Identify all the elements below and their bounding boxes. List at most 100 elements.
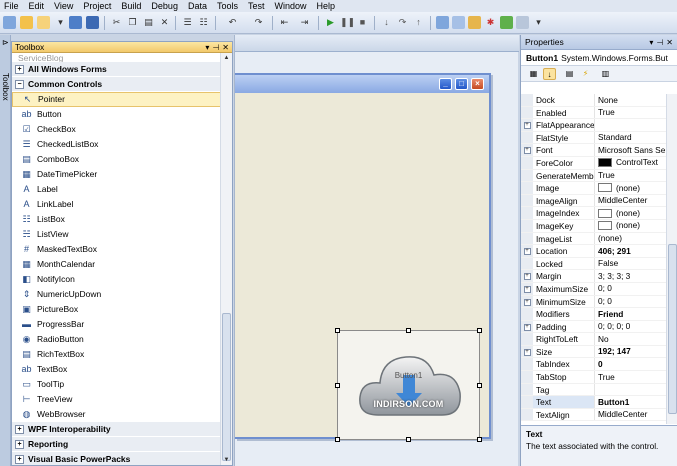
resize-handle[interactable] <box>477 437 482 442</box>
property-row-flatappearance[interactable]: + FlatAppearance <box>521 119 666 132</box>
toolbox-category[interactable]: + Visual Basic PowerPacks <box>12 452 221 465</box>
navigate-back-icon[interactable]: ⇤ <box>278 16 291 29</box>
property-value[interactable]: MiddleCenter <box>595 195 666 207</box>
property-value[interactable]: True <box>595 170 666 182</box>
property-row-location[interactable]: + Location 406; 291 <box>521 245 666 258</box>
property-value[interactable]: 0; 0 <box>595 283 666 295</box>
toolbox-item-checkedlistbox[interactable]: ☰ CheckedListBox <box>12 137 221 152</box>
property-row-image[interactable]: Image (none) <box>521 182 666 195</box>
toolbox-window-icon[interactable] <box>500 16 513 29</box>
property-row-text[interactable]: Text Button1 <box>521 396 666 409</box>
property-row-dock[interactable]: Dock None <box>521 94 666 107</box>
property-row-generatemembe[interactable]: GenerateMembe True <box>521 169 666 183</box>
button1-control[interactable]: Button1 INDIRSON.COM <box>335 328 482 442</box>
expand-icon[interactable]: + <box>523 298 531 306</box>
menu-help[interactable]: Help <box>312 0 341 12</box>
property-value[interactable]: Button1 <box>595 396 666 408</box>
property-row-enabled[interactable]: Enabled True <box>521 106 666 120</box>
property-value[interactable]: Microsoft Sans Se <box>595 144 666 156</box>
close-icon[interactable]: × <box>471 78 484 90</box>
alphabetical-icon[interactable]: ↓ <box>543 68 556 80</box>
form-window[interactable]: _ □ × Button1 INDIRSON.COM <box>235 73 491 442</box>
cut-icon[interactable]: ✂ <box>110 16 123 29</box>
paste-icon[interactable]: ▤ <box>142 16 155 29</box>
stop-icon[interactable]: ■ <box>356 16 369 29</box>
toolbox-item-radiobutton[interactable]: ◉ RadioButton <box>12 332 221 347</box>
menu-file[interactable]: File <box>0 0 24 12</box>
property-row-modifiers[interactable]: Modifiers Friend <box>521 308 666 321</box>
add-item-icon[interactable] <box>37 16 50 29</box>
menu-project[interactable]: Project <box>78 0 116 12</box>
menu-edit[interactable]: Edit <box>24 0 50 12</box>
property-value[interactable]: (none) <box>595 182 666 194</box>
start-page-icon[interactable] <box>516 16 529 29</box>
auto-hide-pin-icon[interactable]: ⊣ <box>656 38 663 47</box>
toolbox-category[interactable]: − Common Controls <box>12 77 221 92</box>
property-value[interactable]: ControlText <box>595 157 666 169</box>
delete-icon[interactable]: ✕ <box>158 16 171 29</box>
format-icon[interactable]: ☷ <box>197 16 210 29</box>
collapse-icon[interactable]: − <box>15 79 24 89</box>
menu-tools[interactable]: Tools <box>212 0 243 12</box>
new-project-icon[interactable] <box>3 16 16 29</box>
resize-handle[interactable] <box>335 437 340 442</box>
property-value[interactable]: 0; 0 <box>595 296 666 308</box>
toolbox-item-label[interactable]: A Label <box>12 182 221 197</box>
expand-icon[interactable]: + <box>15 439 24 449</box>
save-icon[interactable] <box>69 16 82 29</box>
scroll-down-icon[interactable]: ▼ <box>221 455 232 465</box>
object-selector[interactable]: Button1 System.Windows.Forms.But <box>521 50 677 66</box>
step-out-icon[interactable]: ↑ <box>412 16 425 29</box>
property-value[interactable]: 406; 291 <box>595 245 666 257</box>
toolbox-item-linklabel[interactable]: A LinkLabel <box>12 197 221 212</box>
expand-icon[interactable]: + <box>523 323 531 331</box>
property-row-margin[interactable]: + Margin 3; 3; 3; 3 <box>521 270 666 283</box>
align-icon[interactable]: ☰ <box>181 16 194 29</box>
property-value[interactable]: Friend <box>595 308 666 320</box>
property-value[interactable]: Standard <box>595 132 666 144</box>
property-row-tabstop[interactable]: TabStop True <box>521 371 666 384</box>
properties-window-icon[interactable] <box>452 16 465 29</box>
toolbox-item-numericupdown[interactable]: ⇕ NumericUpDown <box>12 287 221 302</box>
menu-test[interactable]: Test <box>243 0 270 12</box>
step-over-icon[interactable]: ↷ <box>396 16 409 29</box>
solution-explorer-icon[interactable] <box>436 16 449 29</box>
resize-handle[interactable] <box>406 437 411 442</box>
resize-handle[interactable] <box>477 328 482 333</box>
properties-scrollbar[interactable] <box>666 94 677 424</box>
menu-window[interactable]: Window <box>270 0 312 12</box>
property-row-tag[interactable]: Tag <box>521 383 666 397</box>
toolbox-item-checkbox[interactable]: ☑ CheckBox <box>12 122 221 137</box>
expand-icon[interactable]: + <box>523 273 531 281</box>
pin-icon[interactable]: ⊳ <box>2 38 9 47</box>
resize-handle[interactable] <box>406 328 411 333</box>
menu-view[interactable]: View <box>49 0 78 12</box>
property-value[interactable]: None <box>595 94 666 106</box>
property-value[interactable]: False <box>595 258 666 270</box>
expand-icon[interactable]: + <box>523 147 531 155</box>
property-row-locked[interactable]: Locked False <box>521 257 666 271</box>
copy-icon[interactable]: ❐ <box>126 16 139 29</box>
menu-data[interactable]: Data <box>183 0 212 12</box>
form-client-area[interactable]: Button1 INDIRSON.COM <box>235 93 489 442</box>
tools-icon[interactable]: ✱ <box>484 16 497 29</box>
close-icon[interactable]: ✕ <box>666 38 673 47</box>
events-icon[interactable]: ⚡ <box>579 68 592 80</box>
expand-icon[interactable]: + <box>15 454 24 464</box>
property-value[interactable]: MiddleCenter <box>595 409 666 421</box>
toolbox-scrollbar[interactable]: ▲ ▼ <box>220 53 232 465</box>
chevron-down-icon[interactable]: ▾ <box>532 16 545 29</box>
property-value[interactable]: 0; 0; 0; 0 <box>595 321 666 333</box>
toolbox-item-maskedtextbox[interactable]: # MaskedTextBox <box>12 242 221 257</box>
toolbox-item-notifyicon[interactable]: ◧ NotifyIcon <box>12 272 221 287</box>
property-row-forecolor[interactable]: ForeColor ControlText <box>521 156 666 170</box>
toolbox-item-richtextbox[interactable]: ▤ RichTextBox <box>12 347 221 362</box>
property-value[interactable]: 192; 147 <box>595 346 666 358</box>
toolbox-item-picturebox[interactable]: ▣ PictureBox <box>12 302 221 317</box>
property-value[interactable]: 0 <box>595 358 666 370</box>
property-value[interactable]: (none) <box>595 220 666 232</box>
resize-handle[interactable] <box>335 383 340 388</box>
menu-build[interactable]: Build <box>116 0 146 12</box>
property-row-imagelist[interactable]: ImageList (none) <box>521 232 666 246</box>
toolbox-item-textbox[interactable]: ab TextBox <box>12 362 221 377</box>
